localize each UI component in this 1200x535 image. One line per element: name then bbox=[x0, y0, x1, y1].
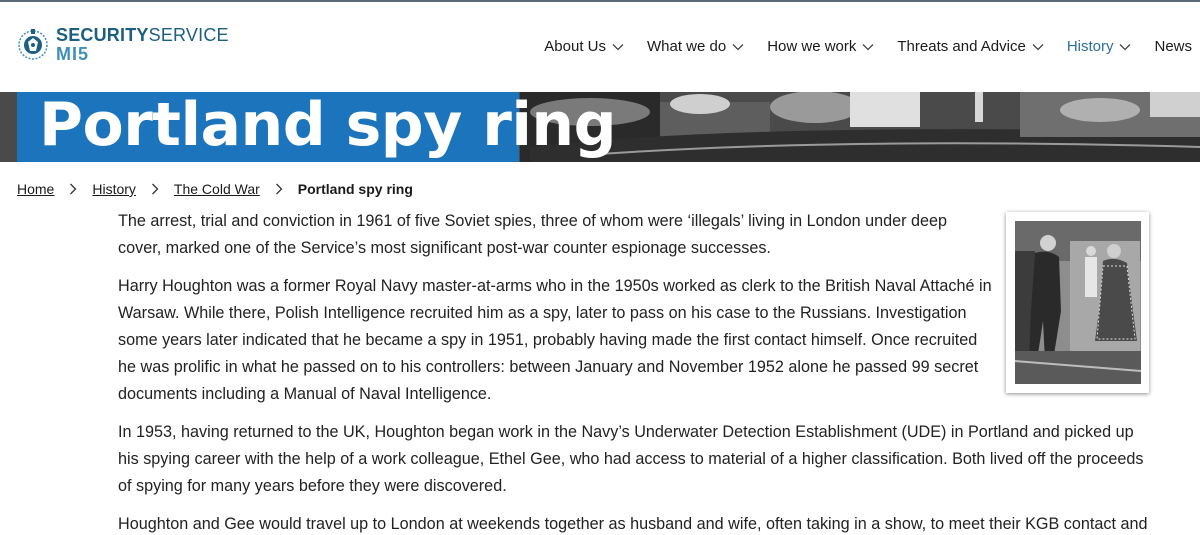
chevron-right-icon bbox=[151, 183, 159, 195]
hero-banner: Portland spy ring bbox=[0, 92, 1200, 162]
nav-item-label: History bbox=[1066, 38, 1114, 55]
nav-item-news[interactable]: News bbox=[1154, 38, 1192, 55]
article-paragraph: The arrest, trial and conviction in 1961… bbox=[118, 212, 948, 257]
breadcrumb-link-home[interactable]: Home bbox=[17, 181, 54, 197]
nav-item-about-us[interactable]: About Us bbox=[544, 38, 624, 55]
nav-item-threats-and-advice[interactable]: Threats and Advice bbox=[897, 38, 1044, 55]
breadcrumb-link-history[interactable]: History bbox=[92, 181, 136, 197]
nav-item-history[interactable]: History bbox=[1067, 38, 1132, 55]
nav-item-label: What we do bbox=[646, 38, 727, 55]
nav-item-what-we-do[interactable]: What we do bbox=[647, 38, 744, 55]
nav-item-label: About Us bbox=[544, 38, 606, 55]
article-paragraph: Houghton and Gee would travel up to Lond… bbox=[118, 515, 1148, 533]
nav-item-label: News bbox=[1154, 38, 1192, 55]
chevron-down-icon bbox=[862, 43, 874, 50]
article-paragraph: Harry Houghton was a former Royal Navy m… bbox=[118, 277, 992, 403]
article-paragraph: In 1953, having returned to the UK, Houg… bbox=[118, 423, 1144, 495]
logo-word-security: SECURITY bbox=[56, 25, 149, 45]
chevron-right-icon bbox=[275, 183, 283, 195]
nav-item-how-we-work[interactable]: How we work bbox=[767, 38, 874, 55]
breadcrumb: Home History The Cold War Portland spy r… bbox=[17, 181, 413, 197]
page-title: Portland spy ring bbox=[39, 92, 617, 160]
chevron-down-icon bbox=[732, 43, 744, 50]
mi5-logo[interactable]: SECURITYSERVICE MI5 bbox=[16, 26, 229, 63]
chevron-right-icon bbox=[70, 183, 77, 195]
hero-title-box: Portland spy ring bbox=[17, 92, 617, 162]
nav-item-label: How we work bbox=[767, 38, 857, 55]
logo-word-mi5: MI5 bbox=[56, 44, 90, 64]
nav-item-label: Threats and Advice bbox=[897, 38, 1026, 55]
chevron-down-icon bbox=[1032, 43, 1044, 50]
crest-icon bbox=[18, 28, 48, 60]
chevron-down-icon bbox=[1120, 43, 1131, 50]
breadcrumb-current: Portland spy ring bbox=[297, 181, 413, 197]
main-navigation: About Us What we do How we work Threats … bbox=[521, 38, 1192, 55]
chevron-down-icon bbox=[612, 43, 624, 50]
site-header: SECURITYSERVICE MI5 About Us What we do … bbox=[0, 2, 1200, 92]
article-body: The arrest, trial and conviction in 1961… bbox=[118, 208, 1148, 535]
breadcrumb-link-the-cold-war[interactable]: The Cold War bbox=[174, 181, 260, 197]
logo-word-service: SERVICE bbox=[148, 25, 229, 45]
